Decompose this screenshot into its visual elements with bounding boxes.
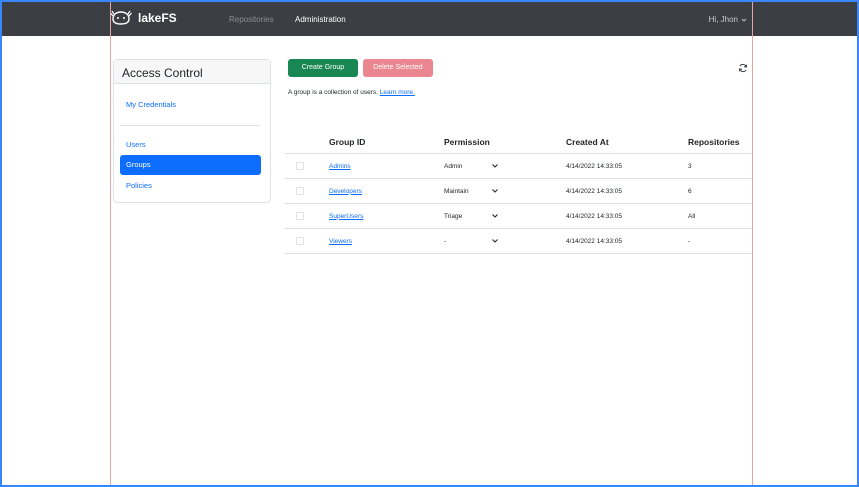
permission-value: Admin	[444, 162, 463, 170]
axolotl-logo-icon	[110, 10, 132, 25]
header-created-at: Created At	[566, 130, 688, 154]
refresh-icon	[738, 63, 748, 73]
access-control-sidebar: Access Control My Credentials Users Grou…	[113, 59, 271, 203]
table-row: Viewers - 4/14/2022 14:33:05 -	[285, 228, 753, 254]
permission-value: Maintain	[444, 187, 469, 195]
brand-name: lakeFS	[138, 11, 177, 25]
row-checkbox[interactable]	[296, 212, 304, 220]
sidebar-item-users[interactable]: Users	[120, 135, 261, 155]
permission-select[interactable]: -	[444, 238, 566, 245]
description-text: A group is a collection of users.	[288, 89, 378, 96]
app-window: lakeFS Repositories Administration Hi, J…	[0, 0, 859, 487]
group-id-link[interactable]: Viewers	[329, 238, 352, 245]
header-permission: Permission	[444, 130, 566, 154]
refresh-button[interactable]	[735, 60, 751, 76]
table-row: Admins Admin 4/14/2022 14:33:05 3	[285, 153, 753, 179]
header-repositories: Repositories	[688, 130, 753, 154]
created-at: 4/14/2022 14:33:05	[566, 203, 688, 229]
chevron-down-icon	[492, 164, 498, 168]
header-group-id: Group ID	[329, 130, 444, 154]
permission-value: -	[444, 237, 447, 245]
repositories-count: -	[688, 228, 753, 254]
chevron-down-icon	[492, 214, 498, 218]
table-row: SuperUsers Triage 4/14/2022 14:33:05 All	[285, 203, 753, 229]
repositories-count: 3	[688, 153, 753, 179]
user-greeting: Hi, Jhon	[708, 15, 738, 24]
created-at: 4/14/2022 14:33:05	[566, 228, 688, 254]
groups-table: Group ID Permission Created At Repositor…	[285, 130, 753, 254]
chevron-down-icon	[492, 189, 498, 193]
sidebar-item-policies[interactable]: Policies	[120, 176, 261, 196]
repositories-count: All	[688, 203, 753, 229]
header-select	[285, 130, 329, 154]
chevron-down-icon	[492, 239, 498, 243]
permission-select[interactable]: Maintain	[444, 188, 566, 195]
sidebar-divider	[120, 125, 260, 126]
row-checkbox[interactable]	[296, 162, 304, 170]
learn-more-link[interactable]: Learn more.	[380, 89, 415, 96]
permission-value: Triage	[444, 212, 463, 220]
sidebar-title: Access Control	[114, 60, 270, 84]
sidebar-item-groups[interactable]: Groups	[120, 155, 261, 175]
top-navbar: lakeFS Repositories Administration Hi, J…	[2, 2, 857, 36]
chevron-down-icon	[741, 18, 747, 22]
groups-description: A group is a collection of users. Learn …	[288, 89, 415, 96]
created-at: 4/14/2022 14:33:05	[566, 153, 688, 179]
sidebar-item-my-credentials[interactable]: My Credentials	[120, 95, 261, 115]
user-menu[interactable]: Hi, Jhon	[709, 15, 747, 24]
permission-select[interactable]: Admin	[444, 163, 566, 170]
brand[interactable]: lakeFS	[110, 10, 177, 26]
nav-repositories[interactable]: Repositories	[229, 15, 273, 24]
permission-select[interactable]: Triage	[444, 213, 566, 220]
row-checkbox[interactable]	[296, 187, 304, 195]
row-checkbox[interactable]	[296, 237, 304, 245]
repositories-count: 6	[688, 178, 753, 204]
group-id-link[interactable]: Developers	[329, 188, 362, 195]
nav-administration[interactable]: Administration	[295, 15, 346, 24]
table-row: Developers Maintain 4/14/2022 14:33:05 6	[285, 178, 753, 204]
right-guide-line	[752, 2, 753, 485]
group-id-link[interactable]: SuperUsers	[329, 213, 363, 220]
delete-selected-button[interactable]: Delete Selected	[363, 59, 433, 77]
create-group-button[interactable]: Create Group	[288, 59, 358, 77]
group-id-link[interactable]: Admins	[329, 163, 351, 170]
table-header-row: Group ID Permission Created At Repositor…	[285, 130, 753, 154]
created-at: 4/14/2022 14:33:05	[566, 178, 688, 204]
left-guide-line	[110, 2, 111, 485]
